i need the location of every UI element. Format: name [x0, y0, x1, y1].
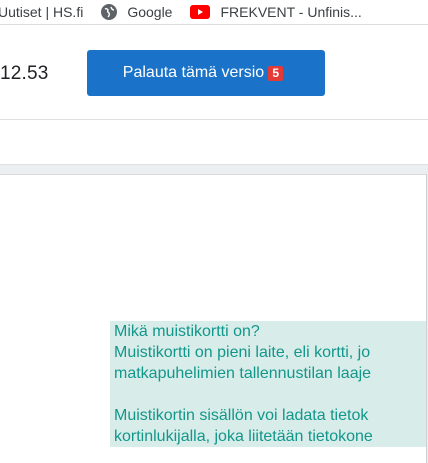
text-line: matkapuhelimien tallennustilan laaje: [110, 363, 426, 384]
globe-icon: [101, 4, 118, 20]
bookmarks-bar: Uutiset | HS.fi Google FREKVENT - Unfini…: [0, 0, 428, 25]
bookmark-label: FREKVENT - Unfinis...: [220, 4, 362, 20]
text-line: Muistikortin sisällön voi ladata tietok: [110, 405, 426, 426]
blank-line: [110, 384, 426, 405]
app-window: Uutiset | HS.fi Google FREKVENT - Unfini…: [0, 0, 428, 463]
text-line: Muistikortti on pieni laite, eli kortti,…: [110, 342, 426, 363]
bookmark-google[interactable]: Google: [101, 0, 172, 24]
step-badge: 5: [268, 65, 284, 81]
bookmark-hs[interactable]: Uutiset | HS.fi: [0, 0, 83, 24]
version-toolbar: 12.53 Palauta tämä versio 5: [0, 25, 428, 120]
restore-version-label: Palauta tämä versio: [122, 64, 265, 81]
youtube-icon: [190, 5, 211, 19]
bookmark-label: Uutiset | HS.fi: [0, 4, 84, 20]
text-line: Mikä muistikortti on?: [110, 321, 426, 342]
bookmark-label: Google: [127, 4, 173, 20]
text-line: kortinlukijalla, joka liitetään tietokon…: [110, 426, 426, 447]
toolbar-strip: [0, 120, 428, 165]
restore-version-button[interactable]: Palauta tämä versio 5: [87, 50, 325, 96]
document-text: Mikä muistikortti on? Muistikortti on pi…: [110, 321, 426, 447]
bookmark-frekvent[interactable]: FREKVENT - Unfinis...: [190, 0, 362, 24]
version-time: 12.53: [0, 63, 49, 84]
document-page: Mikä muistikortti on? Muistikortti on pi…: [0, 174, 427, 463]
